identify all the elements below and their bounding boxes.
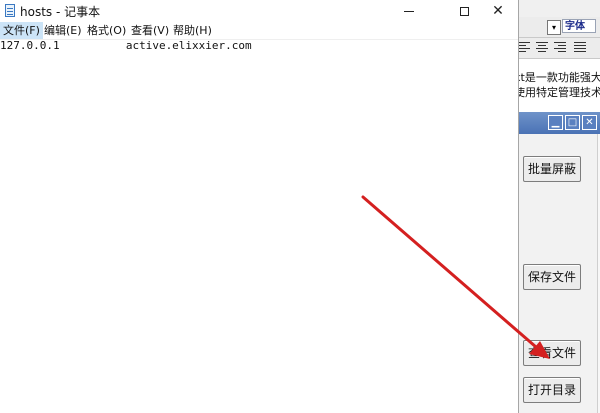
- menu-view[interactable]: 查看(V): [128, 22, 172, 39]
- notepad-icon: [5, 4, 15, 17]
- document-text-area[interactable]: xt是一款功能强大 使用特定管理技术: [512, 59, 600, 113]
- hosts-tool-window: ▁ □ ✕ 批量屏蔽 保存文件 查看文件 打开目录: [518, 112, 600, 413]
- align-right-icon[interactable]: [554, 42, 566, 53]
- background-app: ▾ 字体 xt是一款功能强大 使用特定管理技术 ▁ □ ✕ 批量屏蔽 保存文件 …: [512, 0, 600, 413]
- menu-help[interactable]: 帮助(H): [170, 22, 215, 39]
- save-file-button[interactable]: 保存文件: [523, 264, 581, 290]
- batch-block-button[interactable]: 批量屏蔽: [523, 156, 581, 182]
- view-file-button[interactable]: 查看文件: [523, 340, 581, 366]
- menu-file[interactable]: 文件(F): [0, 22, 43, 39]
- tool-close-icon[interactable]: ✕: [582, 115, 597, 130]
- menu-format[interactable]: 格式(O): [84, 22, 129, 39]
- align-left-icon[interactable]: [518, 42, 530, 53]
- document-text-line: 使用特定管理技术: [514, 86, 600, 99]
- bullet-list-icon[interactable]: [574, 42, 586, 53]
- hosts-file-content[interactable]: 127.0.0.1 active.elixxier.com: [0, 40, 252, 53]
- text-editor[interactable]: 127.0.0.1 active.elixxier.com: [0, 40, 518, 413]
- notepad-window: hosts - 记事本 ✕ 文件(F) 编辑(E) 格式(O) 查看(V) 帮助…: [0, 0, 519, 413]
- format-toolbar: ▾ 字体: [512, 17, 600, 38]
- menu-bar: 文件(F) 编辑(E) 格式(O) 查看(V) 帮助(H): [0, 22, 518, 40]
- minimize-icon[interactable]: [391, 0, 427, 22]
- document-text-line: xt是一款功能强大: [514, 71, 600, 84]
- tool-maximize-icon[interactable]: □: [565, 115, 580, 130]
- menu-edit[interactable]: 编辑(E): [41, 22, 85, 39]
- window-title: hosts - 记事本: [20, 5, 101, 19]
- open-directory-button[interactable]: 打开目录: [523, 377, 581, 403]
- tool-window-titlebar[interactable]: ▁ □ ✕: [519, 112, 600, 134]
- notepad-titlebar[interactable]: hosts - 记事本 ✕: [0, 0, 518, 22]
- alignment-toolbar: [512, 38, 600, 59]
- align-center-icon[interactable]: [536, 42, 548, 53]
- close-icon[interactable]: ✕: [480, 0, 516, 22]
- tool-button-panel: 批量屏蔽 保存文件 查看文件 打开目录: [519, 134, 600, 413]
- font-button[interactable]: 字体: [562, 19, 596, 33]
- tool-minimize-icon[interactable]: ▁: [548, 115, 563, 130]
- font-size-dropdown[interactable]: ▾: [547, 20, 561, 35]
- maximize-icon[interactable]: [446, 0, 482, 22]
